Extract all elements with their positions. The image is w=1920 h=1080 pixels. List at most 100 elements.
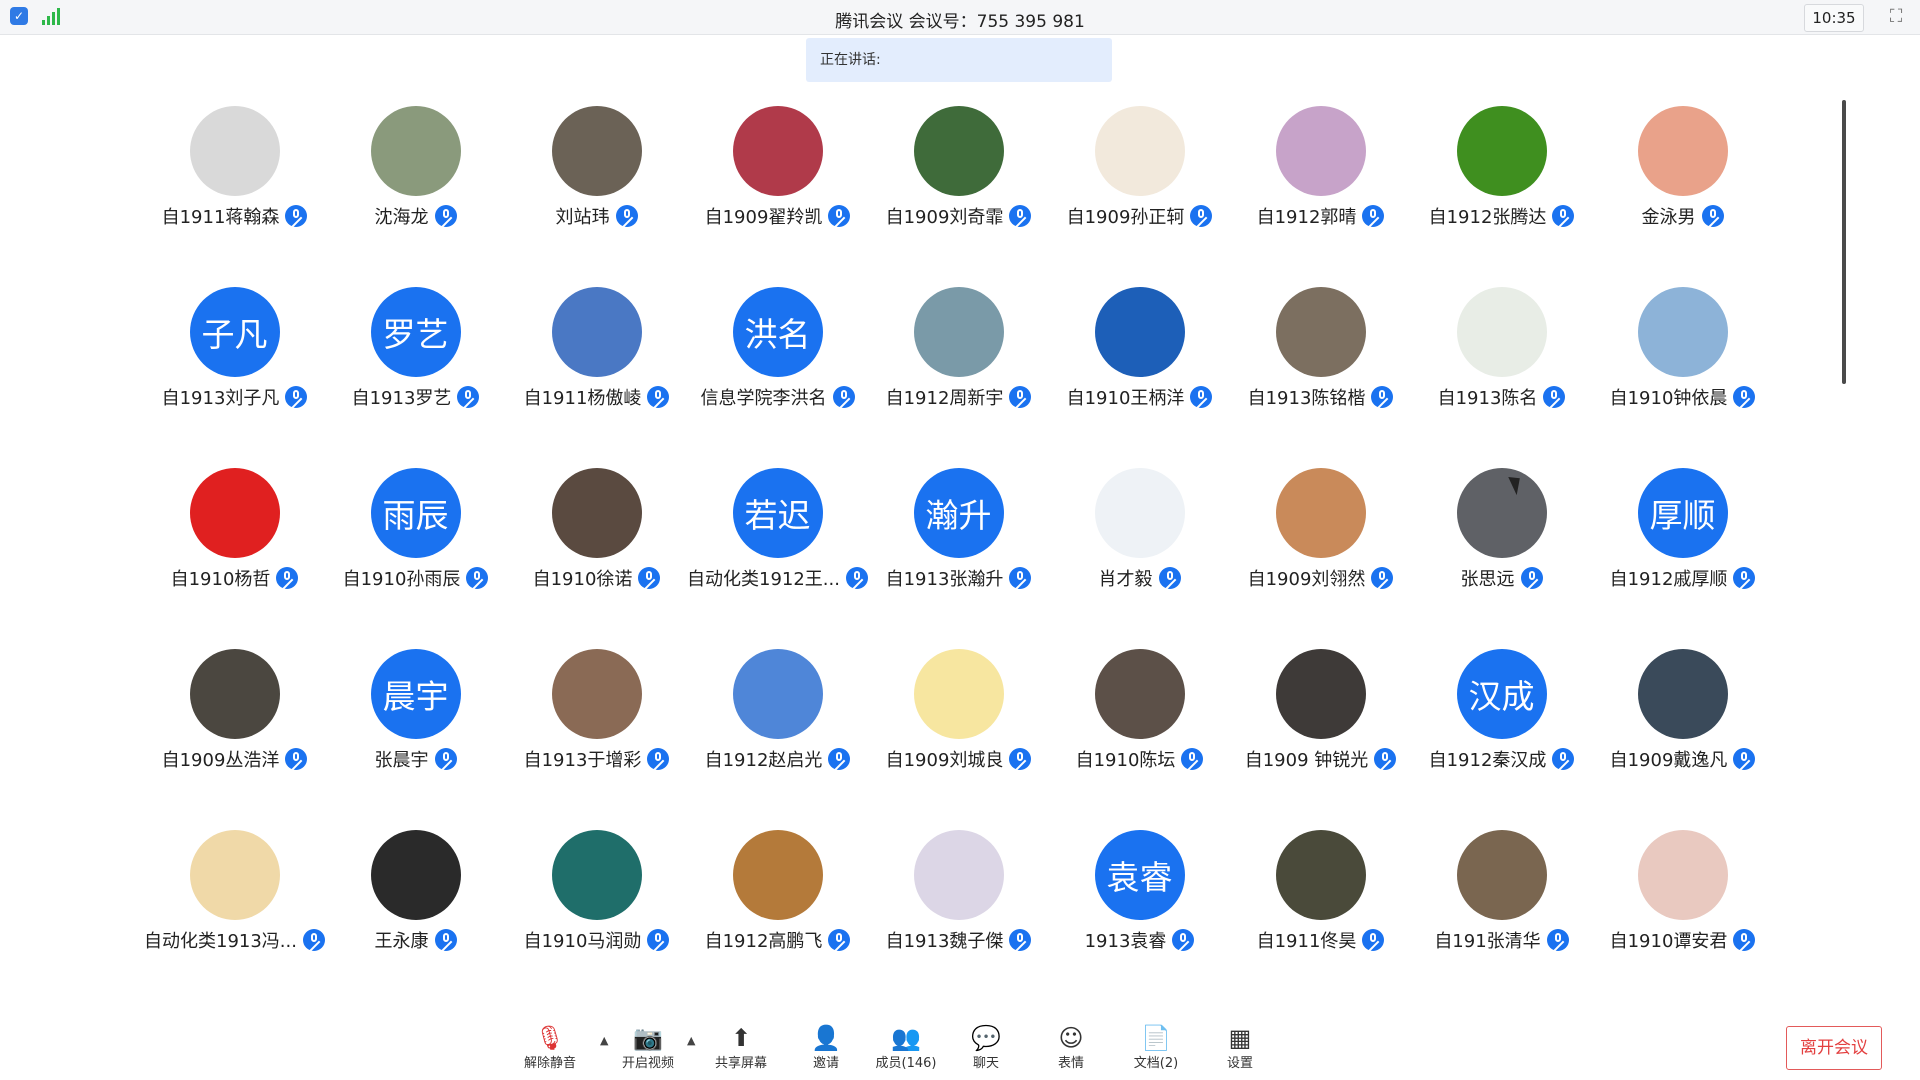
participant-tile[interactable]: 自1913于增彩 xyxy=(506,649,687,830)
avatar xyxy=(1637,106,1728,196)
avatar xyxy=(551,106,642,196)
invite-button[interactable]: 👤 邀请 xyxy=(786,1024,866,1071)
muted-mic-icon xyxy=(1371,567,1394,589)
participant-tile[interactable]: 自动化类1913冯... xyxy=(144,830,325,1011)
participant-tile[interactable]: 自1909 钟锐光 xyxy=(1230,649,1411,830)
participant-tile[interactable]: 自1910王柄洋 xyxy=(1049,287,1230,468)
participant-tile[interactable]: 自1909刘奇霏 xyxy=(868,106,1049,287)
muted-mic-icon xyxy=(466,567,489,589)
muted-mic-icon xyxy=(647,748,670,770)
participant-tile[interactable]: 自1913陈铭楷 xyxy=(1230,287,1411,468)
avatar xyxy=(551,830,642,920)
fullscreen-icon[interactable]: ⛶ xyxy=(1886,7,1906,27)
emoji-button[interactable]: ☺ 表情 xyxy=(1031,1024,1111,1071)
participant-tile[interactable]: 子凡 自1913刘子凡 xyxy=(144,287,325,468)
muted-mic-icon xyxy=(434,205,457,227)
participant-tile[interactable]: 厚顺 自1912戚厚顺 xyxy=(1592,468,1773,649)
avatar xyxy=(1094,649,1185,739)
participant-name-row: 自1910孙雨辰 xyxy=(325,565,506,591)
participant-tile[interactable]: 王永康 xyxy=(325,830,506,1011)
unmute-button[interactable]: 🎙 解除静音 xyxy=(510,1024,590,1071)
participant-name: 刘站玮 xyxy=(555,207,610,228)
participant-tile[interactable]: 自1910马润勋 xyxy=(506,830,687,1011)
grid-scrollbar[interactable] xyxy=(1842,100,1846,384)
participant-name: 自1911佟昊 xyxy=(1256,931,1357,952)
leave-meeting-button[interactable]: 离开会议 xyxy=(1786,1026,1882,1070)
participant-tile[interactable]: 晨宇 张晨宇 xyxy=(325,649,506,830)
muted-mic-icon xyxy=(1009,929,1032,951)
participant-name: 自1913刘子凡 xyxy=(161,388,280,409)
participant-tile[interactable]: 自191张清华 xyxy=(1411,830,1592,1011)
participant-name: 自1912高鹏飞 xyxy=(704,931,823,952)
share-screen-button[interactable]: ⬆ 共享屏幕 xyxy=(701,1024,781,1071)
participant-tile[interactable]: 金泳男 xyxy=(1592,106,1773,287)
avatar: 瀚升 xyxy=(913,468,1004,558)
participant-tile[interactable]: 瀚升 自1913张瀚升 xyxy=(868,468,1049,649)
muted-mic-icon xyxy=(638,567,661,589)
muted-mic-icon xyxy=(1362,205,1385,227)
participant-tile[interactable]: 自1909戴逸凡 xyxy=(1592,649,1773,830)
participant-tile[interactable]: 自1911佟昊 xyxy=(1230,830,1411,1011)
participant-tile[interactable]: 张思远 xyxy=(1411,468,1592,649)
participant-tile[interactable]: 自1912赵启光 xyxy=(687,649,868,830)
start-video-button[interactable]: 📷 开启视频 xyxy=(608,1024,688,1071)
participant-tile[interactable]: 自1909孙正轲 xyxy=(1049,106,1230,287)
participant-tile[interactable]: 肖才毅 xyxy=(1049,468,1230,649)
participant-tile[interactable]: 洪名 信息学院李洪名 xyxy=(687,287,868,468)
avatar: 汉成 xyxy=(1456,649,1547,739)
participant-tile[interactable]: 自1912周新宇 xyxy=(868,287,1049,468)
participant-name: 自1911蒋翰森 xyxy=(161,207,280,228)
chat-button[interactable]: 💬 聊天 xyxy=(946,1024,1026,1071)
participant-tile[interactable]: 沈海龙 xyxy=(325,106,506,287)
participant-tile[interactable]: 自1910徐诺 xyxy=(506,468,687,649)
participant-tile[interactable]: 自1912张腾达 xyxy=(1411,106,1592,287)
participant-grid: 自1911蒋翰森 沈海龙 刘站玮 自1909翟羚凯 自1909刘奇霏 自1909孙正轲 自1… xyxy=(144,106,1773,1011)
muted-mic-icon xyxy=(285,386,308,408)
muted-mic-icon xyxy=(1371,386,1394,408)
participant-tile[interactable]: 罗艺 自1913罗艺 xyxy=(325,287,506,468)
participant-tile[interactable]: 自1910钟依晨 xyxy=(1592,287,1773,468)
participant-tile[interactable]: 雨辰 自1910孙雨辰 xyxy=(325,468,506,649)
document-icon: 📄 xyxy=(1141,1024,1171,1052)
participant-name: 自1912郭晴 xyxy=(1256,207,1357,228)
avatar xyxy=(732,106,823,196)
settings-button[interactable]: ▦ 设置 xyxy=(1200,1024,1280,1071)
participant-tile[interactable]: 自1913陈名 xyxy=(1411,287,1592,468)
participant-tile[interactable]: 刘站玮 xyxy=(506,106,687,287)
participant-tile[interactable]: 自1910杨哲 xyxy=(144,468,325,649)
participant-name-row: 自1913刘子凡 xyxy=(144,384,325,410)
documents-button[interactable]: 📄 文档(2) xyxy=(1116,1024,1196,1071)
members-label: 成员(146) xyxy=(875,1056,937,1071)
participant-tile[interactable]: 自1913魏子傑 xyxy=(868,830,1049,1011)
members-button[interactable]: 👥 成员(146) xyxy=(866,1024,946,1071)
participant-name: 自1909孙正轲 xyxy=(1066,207,1185,228)
participant-tile[interactable]: 自1909翟羚凯 xyxy=(687,106,868,287)
participant-tile[interactable]: 自1911杨傲崚 xyxy=(506,287,687,468)
participant-tile[interactable]: 自1912郭晴 xyxy=(1230,106,1411,287)
participant-name-row: 自1912周新宇 xyxy=(868,384,1049,410)
muted-mic-icon xyxy=(1733,567,1756,589)
participant-name-row: 自1911杨傲崚 xyxy=(506,384,687,410)
participant-tile[interactable]: 若迟 自动化类1912王... xyxy=(687,468,868,649)
avatar xyxy=(551,287,642,377)
participant-tile[interactable]: 自1911蒋翰森 xyxy=(144,106,325,287)
participant-tile[interactable]: 自1912高鹏飞 xyxy=(687,830,868,1011)
avatar xyxy=(913,287,1004,377)
participant-tile[interactable]: 自1910谭安君 xyxy=(1592,830,1773,1011)
participant-tile[interactable]: 自1909刘城良 xyxy=(868,649,1049,830)
participant-name: 张晨宇 xyxy=(374,750,429,771)
participant-tile[interactable]: 袁睿 1913袁睿 xyxy=(1049,830,1230,1011)
video-options-caret-icon[interactable]: ▲ xyxy=(687,1034,695,1047)
avatar xyxy=(189,468,280,558)
participant-tile[interactable]: 自1909丛浩洋 xyxy=(144,649,325,830)
participant-tile[interactable]: 自1910陈坛 xyxy=(1049,649,1230,830)
avatar: 袁睿 xyxy=(1094,830,1185,920)
muted-mic-icon xyxy=(1374,748,1397,770)
participant-name: 沈海龙 xyxy=(374,207,429,228)
participant-tile[interactable]: 自1909刘翎然 xyxy=(1230,468,1411,649)
participant-name: 自1910杨哲 xyxy=(170,569,271,590)
chat-icon: 💬 xyxy=(971,1024,1001,1052)
participant-tile[interactable]: 汉成 自1912秦汉成 xyxy=(1411,649,1592,830)
participant-name-row: 自1909丛浩洋 xyxy=(144,746,325,772)
muted-mic-icon xyxy=(457,386,480,408)
